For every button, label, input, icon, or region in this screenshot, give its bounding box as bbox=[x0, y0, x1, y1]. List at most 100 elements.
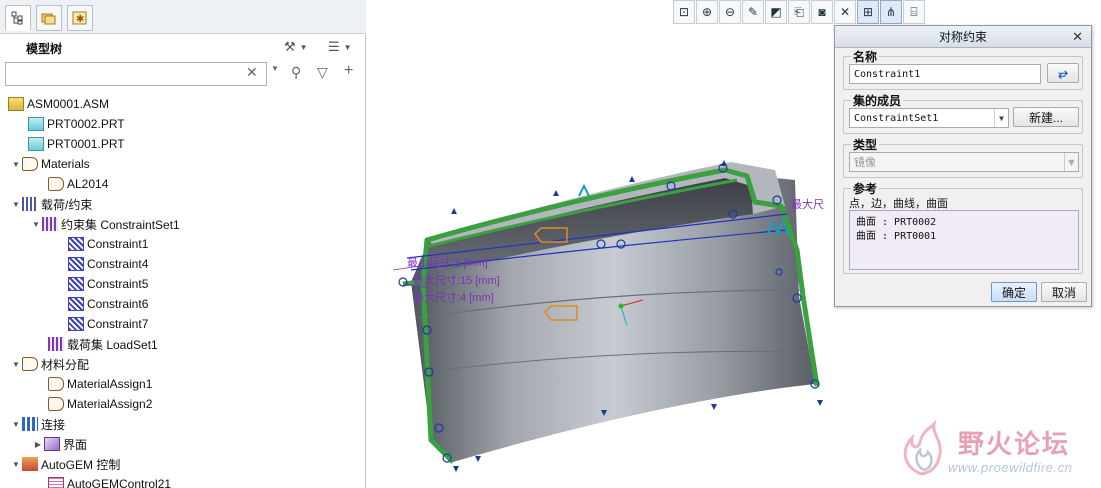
tree-item-materials[interactable]: ▼ Materials bbox=[10, 154, 90, 174]
expand-down-icon[interactable]: ▼ bbox=[10, 360, 22, 369]
expand-down-icon[interactable]: ▼ bbox=[10, 460, 22, 469]
tree-item-constraint4[interactable]: Constraint4 bbox=[68, 254, 148, 274]
tree-item-label: AutoGEM 控制 bbox=[41, 457, 121, 472]
reference-hint: 点，边，曲线，曲面 bbox=[849, 198, 948, 210]
member-label: 集的成员 bbox=[851, 92, 904, 109]
color-icon: ⥂ bbox=[1058, 65, 1068, 80]
chevron-down-icon: ▼ bbox=[299, 42, 308, 52]
expand-down-icon[interactable]: ▼ bbox=[10, 420, 22, 429]
model-tree-panel: ✱ 模型树 ⚒ ▼ ☰ ▼ ✕ ▼ ⚲ ▽ + ASM0001.ASM PRT000… bbox=[0, 0, 366, 488]
new-set-button[interactable]: 新建... bbox=[1013, 107, 1079, 127]
add-icon[interactable]: + bbox=[344, 62, 353, 80]
tree-item-label: 载荷集 LoadSet1 bbox=[67, 337, 158, 352]
constraint-icon bbox=[68, 237, 84, 251]
find-icon[interactable]: ⚲ bbox=[291, 64, 301, 81]
filter-icon[interactable]: ▽ bbox=[317, 64, 328, 81]
tree-item-label: MaterialAssign2 bbox=[67, 397, 153, 411]
type-label: 类型 bbox=[851, 136, 880, 153]
tree-item-label: PRT0001.PRT bbox=[47, 137, 125, 151]
tree-item-constraint1[interactable]: Constraint1 bbox=[68, 234, 148, 254]
tree-item-label: MaterialAssign1 bbox=[67, 377, 153, 391]
model-tree-title: 模型树 bbox=[26, 42, 63, 56]
tree-item-label: Constraint1 bbox=[87, 237, 149, 251]
watermark-url: www.proewildfire.cn bbox=[948, 460, 1073, 475]
tree-item-constraint6[interactable]: Constraint6 bbox=[68, 294, 148, 314]
load-set-icon bbox=[48, 337, 64, 351]
tree-item-label: Constraint5 bbox=[87, 277, 149, 291]
svg-text:✱: ✱ bbox=[76, 14, 84, 25]
dimension-label: 最大尺寸:15 [mm] bbox=[413, 275, 500, 287]
close-icon[interactable]: ✕ bbox=[1072, 29, 1083, 45]
chevron-down-icon: ▼ bbox=[1064, 153, 1078, 171]
tree-item-label: Constraint4 bbox=[87, 257, 149, 271]
tree-item-label: 材料分配 bbox=[41, 357, 90, 372]
tree-item-prt0001[interactable]: PRT0001.PRT bbox=[28, 134, 125, 154]
tree-item-label: Constraint7 bbox=[87, 317, 149, 331]
reference-list[interactable]: 曲面 : PRT0002 曲面 : PRT0001 bbox=[849, 210, 1079, 270]
search-input[interactable] bbox=[5, 62, 267, 86]
constraint-icon bbox=[68, 277, 84, 291]
material-assign-icon bbox=[48, 377, 64, 391]
symmetry-constraint-dialog: 对称约束 ✕ 名称 Constraint1 ⥂ 集的成员 ConstraintS… bbox=[834, 25, 1092, 307]
tree-item-constraint7[interactable]: Constraint7 bbox=[68, 314, 148, 334]
interface-icon bbox=[44, 437, 60, 451]
tree-item-load-set[interactable]: 载荷集 LoadSet1 bbox=[48, 334, 158, 354]
tree-item-connections[interactable]: ▼ 连接 bbox=[10, 414, 65, 434]
tree-item-label: 连接 bbox=[41, 417, 66, 432]
tree-item-autogem[interactable]: ▼ AutoGEM 控制 bbox=[10, 454, 120, 474]
tree-item-asm[interactable]: ASM0001.ASM bbox=[8, 94, 109, 114]
app-window: ✱ 模型树 ⚒ ▼ ☰ ▼ ✕ ▼ ⚲ ▽ + ASM0001.ASM PRT000… bbox=[0, 0, 1101, 488]
tree-item-autogem-control[interactable]: AutoGEMControl21 bbox=[48, 474, 171, 488]
expand-down-icon[interactable]: ▼ bbox=[30, 220, 42, 229]
assembly-icon bbox=[8, 97, 24, 111]
constraint-set-value: ConstraintSet1 bbox=[854, 112, 939, 124]
tree-item-material-assignment[interactable]: ▼ 材料分配 bbox=[10, 354, 89, 374]
tree-item-al2014[interactable]: AL2014 bbox=[48, 174, 108, 194]
reference-item[interactable]: 曲面 : PRT0001 bbox=[856, 227, 1078, 242]
expand-down-icon[interactable]: ▼ bbox=[10, 200, 22, 209]
tree-item-interface[interactable]: ▶ 界面 bbox=[32, 434, 87, 454]
folder-browser-tab[interactable] bbox=[36, 5, 62, 31]
constraint-icon bbox=[68, 317, 84, 331]
material-assignment-icon bbox=[22, 357, 38, 371]
tree-item-prt0002[interactable]: PRT0002.PRT bbox=[28, 114, 125, 134]
name-label: 名称 bbox=[851, 48, 880, 65]
navigator-tabbar: ✱ bbox=[0, 0, 366, 34]
ok-button[interactable]: 确定 bbox=[991, 282, 1037, 302]
tree-item-label: ASM0001.ASM bbox=[27, 97, 110, 111]
list-icon: ☰ bbox=[328, 39, 340, 54]
clear-icon[interactable]: ✕ bbox=[246, 64, 258, 81]
expand-down-icon[interactable]: ▼ bbox=[10, 160, 22, 169]
type-value: 镜像 bbox=[854, 156, 876, 169]
reference-item[interactable]: 曲面 : PRT0002 bbox=[856, 213, 1078, 228]
constraint-set-select[interactable]: ConstraintSet1 ▼ bbox=[849, 108, 1009, 128]
constraint-set-icon bbox=[42, 217, 58, 231]
tree-item-constraint5[interactable]: Constraint5 bbox=[68, 274, 148, 294]
model-tree-tab[interactable] bbox=[5, 5, 31, 31]
constraint-icon bbox=[68, 297, 84, 311]
chevron-down-icon[interactable]: ▼ bbox=[994, 109, 1008, 127]
dialog-title: 对称约束 bbox=[938, 30, 987, 44]
watermark: 野火论坛 www.proewildfire.cn bbox=[894, 420, 1094, 482]
tree-item-constraint-set[interactable]: ▼ 约束集 ConstraintSet1 bbox=[30, 214, 180, 234]
tree-item-material-assign2[interactable]: MaterialAssign2 bbox=[48, 394, 152, 414]
favorites-tab[interactable]: ✱ bbox=[67, 5, 93, 31]
tree-item-label: Materials bbox=[41, 157, 90, 171]
dialog-titlebar: 对称约束 ✕ bbox=[835, 26, 1091, 48]
chevron-down-icon[interactable]: ▼ bbox=[271, 64, 279, 73]
name-field[interactable]: Constraint1 bbox=[849, 64, 1041, 84]
loads-constraints-icon bbox=[22, 197, 38, 211]
expand-right-icon[interactable]: ▶ bbox=[32, 440, 44, 449]
tree-item-loads-constraints[interactable]: ▼ 载荷/约束 bbox=[10, 194, 92, 214]
autogem-icon bbox=[22, 457, 38, 471]
color-button[interactable]: ⥂ bbox=[1047, 63, 1079, 83]
tree-icon bbox=[11, 11, 23, 25]
show-menu-button[interactable]: ☰ ▼ bbox=[328, 38, 352, 56]
dimension-label: 最大尺寸:4 [mm] bbox=[413, 292, 494, 304]
cancel-button[interactable]: 取消 bbox=[1041, 282, 1087, 302]
settings-menu-button[interactable]: ⚒ ▼ bbox=[284, 38, 308, 56]
autogem-control-icon bbox=[48, 477, 64, 488]
tree-item-label: 界面 bbox=[63, 437, 88, 452]
tree-item-material-assign1[interactable]: MaterialAssign1 bbox=[48, 374, 152, 394]
tree-item-label: PRT0002.PRT bbox=[47, 117, 125, 131]
